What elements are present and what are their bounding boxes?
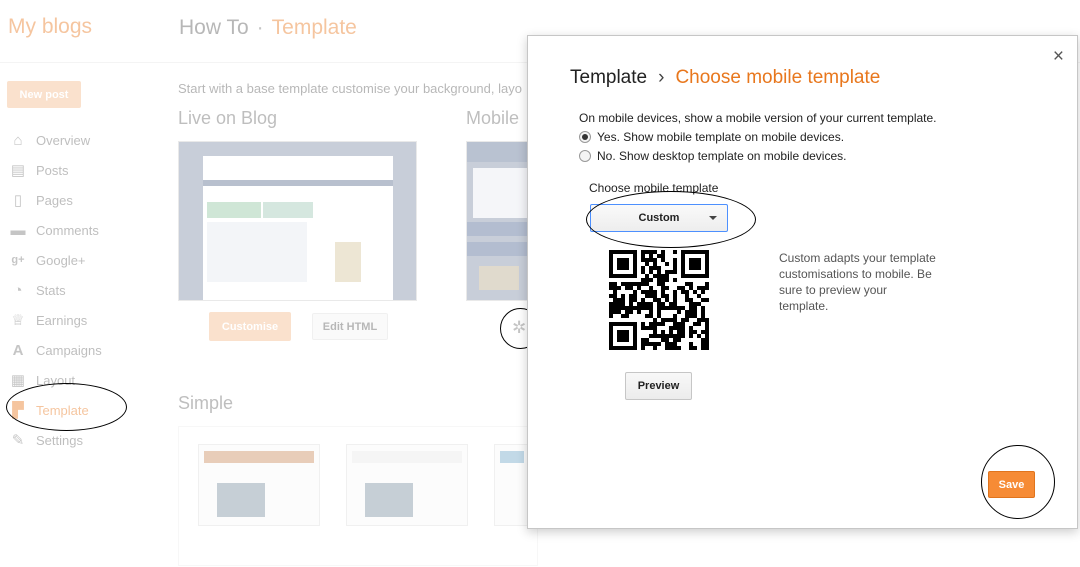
trophy-icon: ♕ (11, 312, 25, 329)
selected-template: Custom (638, 212, 680, 224)
customise-button[interactable]: Customise (209, 312, 291, 341)
mobile-template-select[interactable]: Custom (590, 204, 728, 232)
sidebar-item-template[interactable]: ▛ Template (8, 395, 102, 425)
sidebar-item-label: Comments (36, 222, 99, 238)
mobile-heading: Mobile (466, 108, 520, 128)
save-button[interactable]: Save (988, 471, 1035, 498)
choose-template-label: Choose mobile template (589, 181, 719, 195)
breadcrumb-current: Template (271, 16, 357, 39)
sidebar-item-pages[interactable]: ▯ Pages (8, 185, 102, 215)
option-yes[interactable]: Yes. Show mobile template on mobile devi… (579, 129, 844, 145)
pie-chart-icon: ◔ (13, 281, 23, 299)
page: My blogs How To · Template New post ⌂ Overv… (0, 0, 1080, 567)
google-plus-icon: g+ (11, 254, 25, 266)
edit-html-button[interactable]: Edit HTML (312, 313, 388, 340)
sidebar-item-label: Settings (36, 432, 83, 448)
mobile-template-thumbnail[interactable] (466, 141, 536, 301)
option-yes-label[interactable]: Yes. Show mobile template on mobile devi… (597, 130, 844, 144)
sidebar-item-label: Google+ (36, 252, 86, 268)
sidebar-item-label: Pages (36, 192, 73, 208)
dialog-title-separator: › (658, 67, 665, 88)
sidebar-item-label: Stats (36, 282, 66, 298)
layout-icon: ▦ (10, 372, 26, 389)
breadcrumb-blog[interactable]: How To (179, 16, 249, 39)
sidebar-item-settings[interactable]: ✎ Settings (8, 425, 102, 455)
option-no[interactable]: No. Show desktop template on mobile devi… (579, 148, 846, 164)
sidebar-item-label: Overview (36, 132, 91, 148)
simple-heading: Simple (178, 393, 234, 413)
page-icon: ▯ (13, 192, 23, 209)
wrench-icon: ✎ (11, 432, 25, 449)
sidebar-item-campaigns[interactable]: A Campaigns (8, 335, 102, 365)
radio-no[interactable] (579, 150, 591, 162)
radio-yes[interactable] (579, 131, 591, 143)
dialog-title-root: Template (570, 67, 648, 88)
dialog-title: Template › Choose mobile template (570, 67, 880, 89)
sidebar-item-comments[interactable]: ▬ Comments (8, 215, 102, 245)
sidebar-item-layout[interactable]: ▦ Layout (8, 365, 102, 395)
dialog-title-current: Choose mobile template (675, 67, 881, 88)
chevron-down-icon (709, 216, 717, 220)
brand-link[interactable]: My blogs (8, 15, 92, 39)
preview-button[interactable]: Preview (625, 372, 692, 400)
breadcrumb-separator: · (256, 16, 264, 39)
campaign-icon: A (12, 341, 24, 359)
choose-mobile-template-dialog: × Template › Choose mobile template On mob… (527, 35, 1078, 529)
close-icon[interactable]: × (1053, 46, 1064, 68)
sidebar-item-label: Earnings (36, 312, 88, 328)
sidebar-item-label: Layout (36, 372, 76, 388)
option-no-label[interactable]: No. Show desktop template on mobile devi… (597, 149, 846, 163)
sidebar-item-overview[interactable]: ⌂ Overview (8, 125, 102, 155)
simple-template-thumbnail[interactable] (494, 444, 530, 526)
new-post-button[interactable]: New post (7, 81, 81, 108)
gear-icon[interactable]: ✲ (512, 318, 526, 338)
template-description: Custom adapts your template customisatio… (779, 251, 936, 313)
breadcrumb: How To · Template (179, 16, 357, 40)
intro-text: Start with a base template customise you… (178, 81, 522, 96)
simple-template-thumbnail[interactable] (198, 444, 320, 526)
home-icon: ⌂ (13, 131, 23, 149)
sidebar-item-posts[interactable]: ▤ Posts (8, 155, 102, 185)
sidebar-item-google-plus[interactable]: g+ Google+ (8, 245, 102, 275)
sidebar-item-earnings[interactable]: ♕ Earnings (8, 305, 102, 335)
qr-code-image (609, 250, 709, 350)
sidebar-item-label: Posts (36, 162, 69, 178)
paint-roller-icon: ▛ (12, 402, 24, 419)
live-on-blog-heading: Live on Blog (178, 108, 278, 128)
sidebar-nav: ⌂ Overview ▤ Posts ▯ Pages ▬ Comments g+ Goog… (8, 125, 102, 455)
document-icon: ▤ (10, 162, 26, 179)
simple-template-thumbnail[interactable] (346, 444, 468, 526)
sidebar-item-label: Campaigns (36, 342, 102, 358)
comment-icon: ▬ (10, 221, 26, 239)
sidebar-item-stats[interactable]: ◔ Stats (8, 275, 102, 305)
live-template-thumbnail[interactable] (178, 141, 417, 301)
sidebar-item-label: Template (36, 402, 89, 418)
mobile-question: On mobile devices, show a mobile version… (579, 111, 937, 125)
